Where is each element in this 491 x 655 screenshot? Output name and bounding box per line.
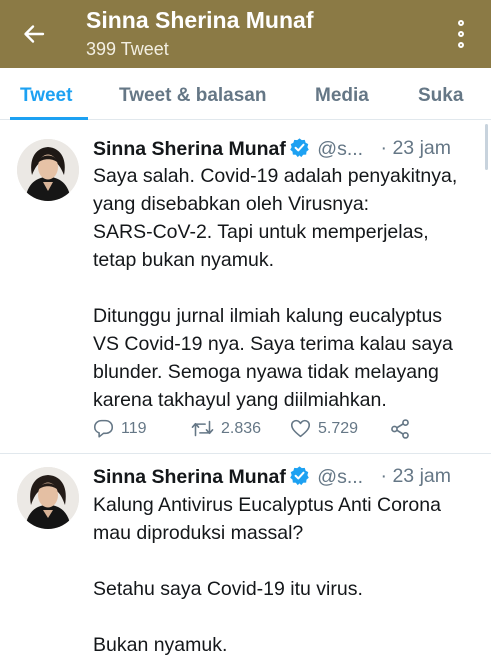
- arrow-left-icon: [24, 25, 45, 43]
- tweet-text-line: Kalung Antivirus Eucalyptus Anti Corona: [93, 494, 441, 516]
- tweet-text-line: Saya salah. Covid-19 adalah penyakitnya,: [93, 165, 458, 187]
- like-button[interactable]: 5.729: [290, 418, 358, 439]
- tab-tweet[interactable]: Tweet: [20, 68, 72, 120]
- tweet-text-line: blunder. Semoga nyawa tidak melayang: [93, 361, 439, 383]
- retweet-icon: [191, 420, 214, 437]
- more-vertical-icon[interactable]: [450, 18, 472, 50]
- tweet-text: Saya salah. Covid-19 adalah penyakitnya,…: [93, 162, 478, 414]
- paragraph-break: [93, 547, 478, 575]
- tab-media[interactable]: Media: [315, 68, 369, 120]
- reply-button[interactable]: 119: [93, 418, 147, 439]
- retweet-count: 2.836: [221, 419, 262, 437]
- tweet-text-line: mau diproduksi massal?: [93, 522, 304, 544]
- paragraph-break: [93, 274, 478, 302]
- tweet-timestamp: · 23 jam: [380, 465, 451, 487]
- profile-tabs: Tweet Tweet & balasan Media Suka: [0, 68, 491, 120]
- avatar[interactable]: [17, 467, 79, 529]
- share-icon: [391, 419, 409, 439]
- back-button[interactable]: [20, 20, 48, 48]
- paragraph-break: [93, 603, 478, 631]
- tweet[interactable]: Sinna Sherina Munaf @s... · 23 jam Saya …: [0, 121, 491, 454]
- verified-badge-icon: [290, 466, 309, 486]
- tweet-text-line: tetap bukan nyamuk.: [93, 249, 275, 271]
- avatar[interactable]: [17, 139, 79, 201]
- profile-name: Sinna Sherina Munaf: [86, 7, 314, 33]
- retweet-button[interactable]: 2.836: [191, 418, 261, 439]
- share-button[interactable]: [389, 418, 411, 440]
- profile-header: Sinna Sherina Munaf 399 Tweet: [0, 0, 491, 68]
- tweet-text-line: yang disebabkan oleh Virusnya:: [93, 193, 370, 215]
- tweet-author-handle[interactable]: @s...: [317, 138, 363, 160]
- tweet-text-line: karena takhayul yang diilmiahkan.: [93, 389, 387, 411]
- tweet[interactable]: Sinna Sherina Munaf @s... · 23 jam Kalun…: [0, 455, 491, 655]
- reply-count: 119: [121, 419, 147, 437]
- verified-badge-icon: [290, 138, 309, 158]
- tweet-text: Kalung Antivirus Eucalyptus Anti Corona …: [93, 491, 478, 655]
- tweet-text-line: Ditunggu jurnal ilmiah kalung eucalyptus: [93, 305, 443, 327]
- tweet-author-name[interactable]: Sinna Sherina Munaf: [93, 138, 286, 160]
- tweet-author-handle[interactable]: @s...: [317, 466, 363, 488]
- tweet-author-name[interactable]: Sinna Sherina Munaf: [93, 466, 286, 488]
- reply-icon: [93, 419, 114, 438]
- active-tab-indicator: [10, 117, 88, 120]
- tweet-count: 399 Tweet: [86, 39, 169, 59]
- tweet-text-line: Bukan nyamuk.: [93, 634, 228, 655]
- heart-icon: [290, 419, 311, 438]
- like-count: 5.729: [318, 419, 359, 437]
- tab-suka[interactable]: Suka: [418, 68, 463, 120]
- scrollbar[interactable]: [485, 124, 488, 170]
- tweet-text-line: SARS-CoV-2. Tapi untuk memperjelas,: [93, 221, 429, 243]
- tweet-timestamp: · 23 jam: [380, 137, 451, 159]
- tweet-text-line: Setahu saya Covid-19 itu virus.: [93, 578, 363, 600]
- tweet-text-line: VS Covid-19 nya. Saya terima kalau saya: [93, 333, 453, 355]
- tab-tweet-balasan[interactable]: Tweet & balasan: [119, 68, 266, 120]
